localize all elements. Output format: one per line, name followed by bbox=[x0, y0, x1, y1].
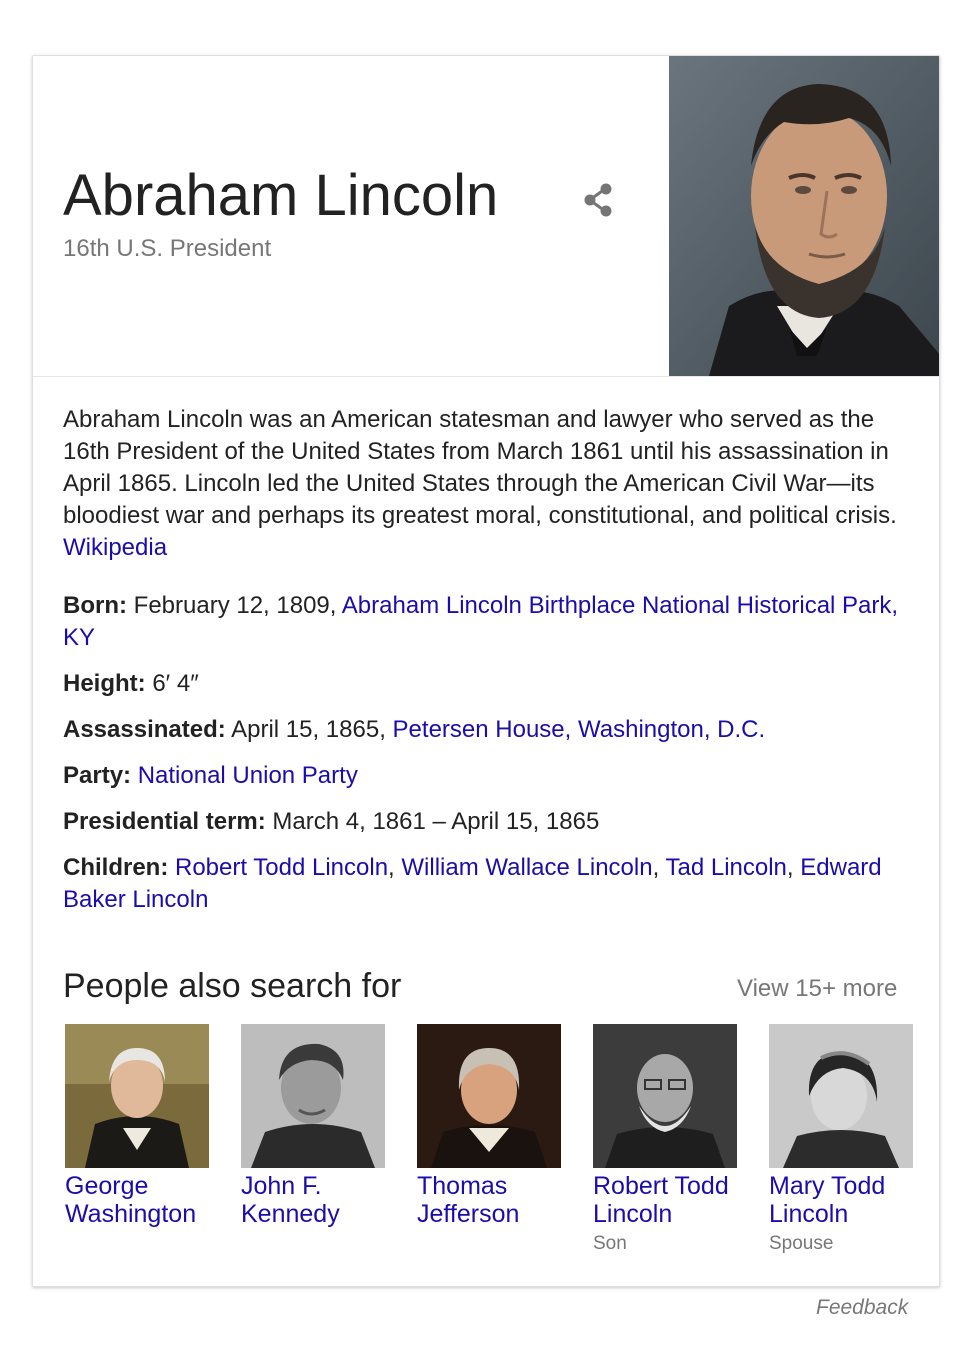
portrait-photo[interactable] bbox=[669, 56, 939, 376]
person-name[interactable]: Robert Todd Lincoln bbox=[593, 1172, 763, 1228]
person-card[interactable]: John F. Kennedy bbox=[241, 1024, 387, 1264]
petersen-house-link[interactable]: Petersen House, Washington, D.C. bbox=[393, 716, 766, 743]
person-name-line2[interactable]: Jefferson bbox=[417, 1200, 519, 1228]
fact-height-value: 6′ 4″ bbox=[152, 670, 199, 697]
person-thumbnail[interactable] bbox=[593, 1024, 737, 1168]
person-thumbnail[interactable] bbox=[65, 1024, 209, 1168]
people-carousel: George Washington John F. Kennedy Thomas… bbox=[65, 1024, 925, 1264]
people-also-search-title: People also search for bbox=[63, 967, 402, 1005]
person-thumbnail[interactable] bbox=[417, 1024, 561, 1168]
facts-list: Born: February 12, 1809, Abraham Lincoln… bbox=[63, 590, 913, 930]
entity-title: Abraham Lincoln bbox=[63, 163, 499, 228]
fact-born-value: February 12, 1809, bbox=[133, 592, 337, 619]
fact-party-label: Party: bbox=[63, 762, 132, 789]
description: Abraham Lincoln was an American statesma… bbox=[63, 404, 913, 564]
entity-subtitle: 16th U.S. President bbox=[63, 235, 272, 262]
person-name-line1[interactable]: Thomas bbox=[417, 1172, 507, 1200]
party-link[interactable]: National Union Party bbox=[138, 762, 358, 789]
person-name[interactable]: George Washington bbox=[65, 1172, 235, 1228]
fact-children: Children: Robert Todd Lincoln, William W… bbox=[63, 854, 882, 913]
child-link[interactable]: Robert Todd Lincoln bbox=[175, 854, 388, 881]
person-name-line2[interactable]: Lincoln bbox=[593, 1200, 672, 1228]
child-link[interactable]: William Wallace Lincoln bbox=[401, 854, 652, 881]
person-name-line1[interactable]: George bbox=[65, 1172, 148, 1200]
fact-height-label: Height: bbox=[63, 670, 146, 697]
header-divider bbox=[33, 376, 939, 377]
person-card[interactable]: George Washington bbox=[65, 1024, 211, 1264]
person-name[interactable]: John F. Kennedy bbox=[241, 1172, 411, 1228]
fact-term: Presidential term: March 4, 1861 – April… bbox=[63, 806, 913, 838]
person-card[interactable]: Thomas Jefferson bbox=[417, 1024, 563, 1264]
fact-assassinated-label: Assassinated: bbox=[63, 716, 226, 743]
knowledge-panel: Abraham Lincoln 16th U.S. President Abra… bbox=[32, 55, 940, 1287]
person-relation: Son bbox=[593, 1233, 627, 1254]
fact-born-label: Born: bbox=[63, 592, 127, 619]
fact-assassinated-value: April 15, 1865, bbox=[231, 716, 386, 743]
person-thumbnail[interactable] bbox=[241, 1024, 385, 1168]
fact-children-label: Children: bbox=[63, 854, 169, 881]
fact-born: Born: February 12, 1809, Abraham Lincoln… bbox=[63, 590, 913, 654]
wikipedia-link[interactable]: Wikipedia bbox=[63, 534, 167, 561]
fact-party: Party: National Union Party bbox=[63, 760, 913, 792]
person-name[interactable]: Mary Todd Lincoln bbox=[769, 1172, 939, 1228]
person-name[interactable]: Thomas Jefferson bbox=[417, 1172, 587, 1228]
fact-term-label: Presidential term: bbox=[63, 808, 266, 835]
person-name-line2[interactable]: Lincoln bbox=[769, 1200, 848, 1228]
person-name-line2[interactable]: Washington bbox=[65, 1200, 196, 1228]
description-text: Abraham Lincoln was an American statesma… bbox=[63, 406, 897, 529]
panel-header: Abraham Lincoln 16th U.S. President bbox=[33, 56, 939, 376]
fact-term-value: March 4, 1861 – April 15, 1865 bbox=[272, 808, 600, 835]
fact-height: Height: 6′ 4″ bbox=[63, 668, 913, 700]
fact-assassinated: Assassinated: April 15, 1865, Petersen H… bbox=[63, 714, 913, 746]
person-card[interactable]: Mary Todd Lincoln Spouse bbox=[769, 1024, 915, 1264]
person-relation: Spouse bbox=[769, 1233, 834, 1254]
person-card[interactable]: Robert Todd Lincoln Son bbox=[593, 1024, 739, 1264]
child-link[interactable]: Tad Lincoln bbox=[665, 854, 786, 881]
share-icon[interactable] bbox=[579, 180, 619, 220]
view-more-link[interactable]: View 15+ more bbox=[737, 974, 897, 1004]
person-name-line1[interactable]: Mary Todd bbox=[769, 1172, 885, 1200]
person-name-line1[interactable]: John F. bbox=[241, 1172, 322, 1200]
person-name-line2[interactable]: Kennedy bbox=[241, 1200, 340, 1228]
feedback-link[interactable]: Feedback bbox=[816, 1294, 908, 1322]
person-name-line1[interactable]: Robert Todd bbox=[593, 1172, 729, 1200]
person-thumbnail[interactable] bbox=[769, 1024, 913, 1168]
